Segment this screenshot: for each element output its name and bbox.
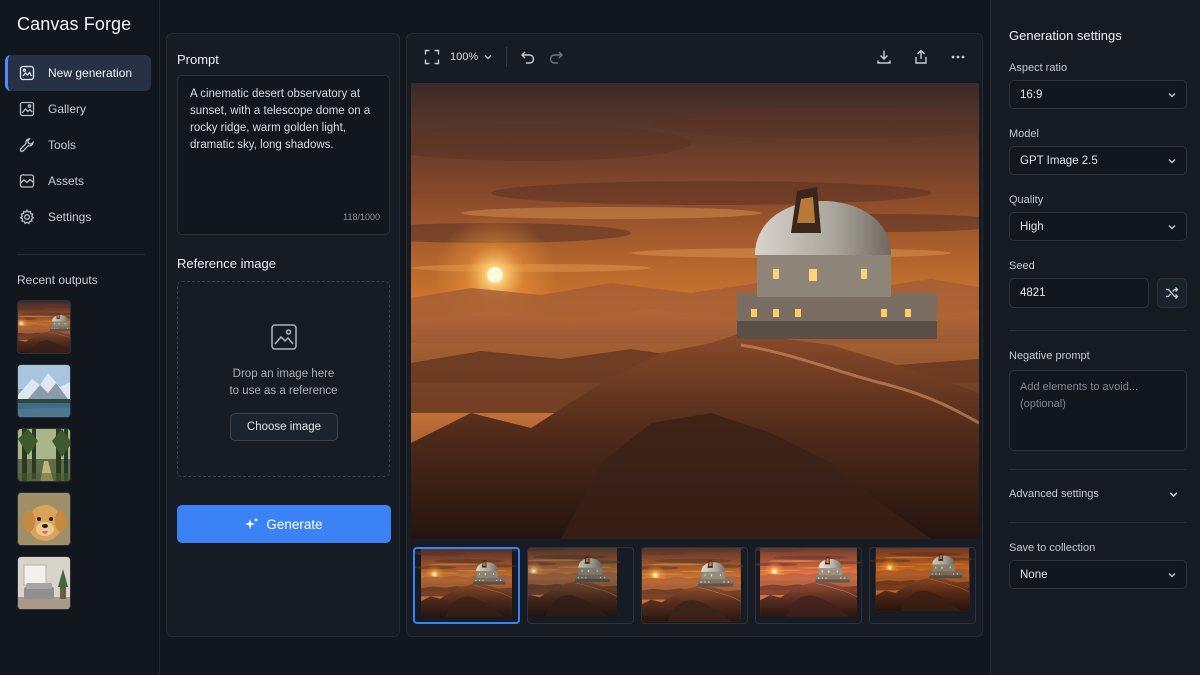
- gallery-icon: [19, 101, 35, 117]
- sidebar-item-label: New generation: [48, 66, 133, 80]
- recent-thumb-golden-retriever[interactable]: [17, 492, 71, 546]
- recent-outputs-list: [17, 300, 71, 620]
- prompt-text: A cinematic desert observatory at sunset…: [190, 88, 371, 151]
- advanced-settings-toggle[interactable]: Advanced settings: [1009, 484, 1187, 504]
- seed-value: 4821: [1020, 287, 1046, 299]
- choose-image-button[interactable]: Choose image: [230, 413, 338, 441]
- quality-select[interactable]: High: [1009, 212, 1187, 241]
- negative-prompt-label: Negative prompt: [1009, 350, 1090, 362]
- zoom-value: 100%: [450, 51, 479, 63]
- assets-icon: [19, 173, 35, 189]
- quality-label: Quality: [1009, 194, 1044, 206]
- app-title: Canvas Forge: [17, 14, 132, 34]
- preview-panel: 100%: [406, 33, 983, 637]
- settings-divider: [1009, 330, 1187, 331]
- recent-thumb-forest-path[interactable]: [17, 428, 71, 482]
- image-placeholder-icon: [270, 323, 298, 351]
- fullscreen-button[interactable]: [422, 47, 442, 67]
- fullscreen-icon: [424, 49, 440, 65]
- undo-button[interactable]: [518, 47, 538, 67]
- variant-thumb-2[interactable]: [527, 547, 634, 624]
- prompt-input[interactable]: A cinematic desert observatory at sunset…: [177, 75, 390, 235]
- generate-button[interactable]: Generate: [177, 505, 391, 543]
- sidebar-item-label: Tools: [48, 138, 77, 152]
- share-icon: [913, 49, 929, 65]
- drop-zone-line-1: Drop an image here: [232, 368, 335, 380]
- gear-icon: [19, 209, 35, 225]
- collection-value: None: [1020, 568, 1048, 581]
- sparkle-icon: [245, 517, 259, 531]
- advanced-settings-label: Advanced settings: [1009, 488, 1099, 500]
- recent-thumb-desert-observatory[interactable]: [17, 300, 71, 354]
- share-button[interactable]: [911, 47, 931, 67]
- negative-prompt-placeholder: Add elements to avoid... (optional): [1020, 381, 1139, 410]
- randomize-seed-button[interactable]: [1157, 278, 1187, 308]
- prompt-panel: Prompt A cinematic desert observatory at…: [166, 33, 400, 637]
- sidebar-item-label: Assets: [48, 174, 85, 188]
- reference-image-label: Reference image: [177, 256, 276, 271]
- sidebar-item-assets[interactable]: Assets: [5, 163, 151, 199]
- generated-image: [411, 83, 979, 539]
- save-collection-label: Save to collection: [1009, 542, 1096, 554]
- quality-value: High: [1020, 220, 1044, 233]
- redo-icon: [548, 49, 564, 65]
- sidebar-item-label: Gallery: [48, 102, 87, 116]
- sidebar-item-settings[interactable]: Settings: [5, 199, 151, 235]
- seed-label: Seed: [1009, 260, 1035, 272]
- sidebar-nav: New generation Gallery Tools Assets Sett…: [5, 55, 151, 235]
- download-button[interactable]: [874, 47, 894, 67]
- wrench-icon: [19, 137, 35, 153]
- model-select[interactable]: GPT Image 2.5: [1009, 146, 1187, 175]
- settings-panel: Generation settings Aspect ratio 16:9 Mo…: [990, 0, 1200, 675]
- undo-icon: [520, 49, 536, 65]
- variant-strip: [413, 547, 976, 624]
- variant-thumb-5[interactable]: [869, 547, 976, 624]
- zoom-select[interactable]: 100%: [450, 47, 493, 67]
- chevron-down-icon: [1167, 570, 1177, 580]
- variant-thumb-1[interactable]: [413, 547, 520, 624]
- recent-outputs-title: Recent outputs: [17, 273, 98, 287]
- negative-prompt-input[interactable]: Add elements to avoid... (optional): [1009, 370, 1187, 451]
- recent-thumb-living-room[interactable]: [17, 556, 71, 610]
- collection-select[interactable]: None: [1009, 560, 1187, 589]
- chevron-down-icon: [1167, 156, 1177, 166]
- chevron-down-icon: [1167, 90, 1177, 100]
- settings-divider: [1009, 469, 1187, 470]
- settings-title: Generation settings: [1009, 28, 1122, 43]
- recent-thumb-snowy-mountain-lake[interactable]: [17, 364, 71, 418]
- shuffle-icon: [1165, 286, 1179, 300]
- sidebar: Canvas Forge New generation Gallery Tool…: [0, 0, 160, 675]
- model-value: GPT Image 2.5: [1020, 154, 1098, 167]
- variant-thumb-4[interactable]: [755, 547, 862, 624]
- sidebar-item-label: Settings: [48, 210, 92, 224]
- reference-drop-zone[interactable]: Drop an image here to use as a reference…: [177, 281, 390, 477]
- toolbar-divider: [506, 47, 507, 67]
- sidebar-divider: [17, 254, 145, 255]
- more-options-button[interactable]: [948, 47, 968, 67]
- redo-button[interactable]: [546, 47, 566, 67]
- more-horizontal-icon: [950, 49, 966, 65]
- aspect-ratio-value: 16:9: [1020, 88, 1043, 101]
- sidebar-item-gallery[interactable]: Gallery: [5, 91, 151, 127]
- sidebar-item-tools[interactable]: Tools: [5, 127, 151, 163]
- drop-zone-text: Drop an image here to use as a reference: [178, 366, 389, 400]
- download-icon: [876, 49, 892, 65]
- sidebar-item-new-generation[interactable]: New generation: [5, 55, 151, 91]
- aspect-ratio-label: Aspect ratio: [1009, 62, 1068, 74]
- seed-input[interactable]: 4821: [1009, 278, 1149, 308]
- prompt-char-count: 118/1000: [343, 212, 380, 222]
- variant-thumb-3[interactable]: [641, 547, 748, 624]
- drop-zone-line-2: to use as a reference: [229, 385, 338, 397]
- model-label: Model: [1009, 128, 1039, 140]
- chevron-down-icon: [1168, 489, 1179, 500]
- chevron-down-icon: [483, 52, 493, 62]
- prompt-label: Prompt: [177, 52, 219, 67]
- generate-label: Generate: [266, 516, 323, 532]
- image-edit-icon: [19, 65, 35, 81]
- chevron-down-icon: [1167, 222, 1177, 232]
- aspect-ratio-select[interactable]: 16:9: [1009, 80, 1187, 109]
- settings-divider: [1009, 522, 1187, 523]
